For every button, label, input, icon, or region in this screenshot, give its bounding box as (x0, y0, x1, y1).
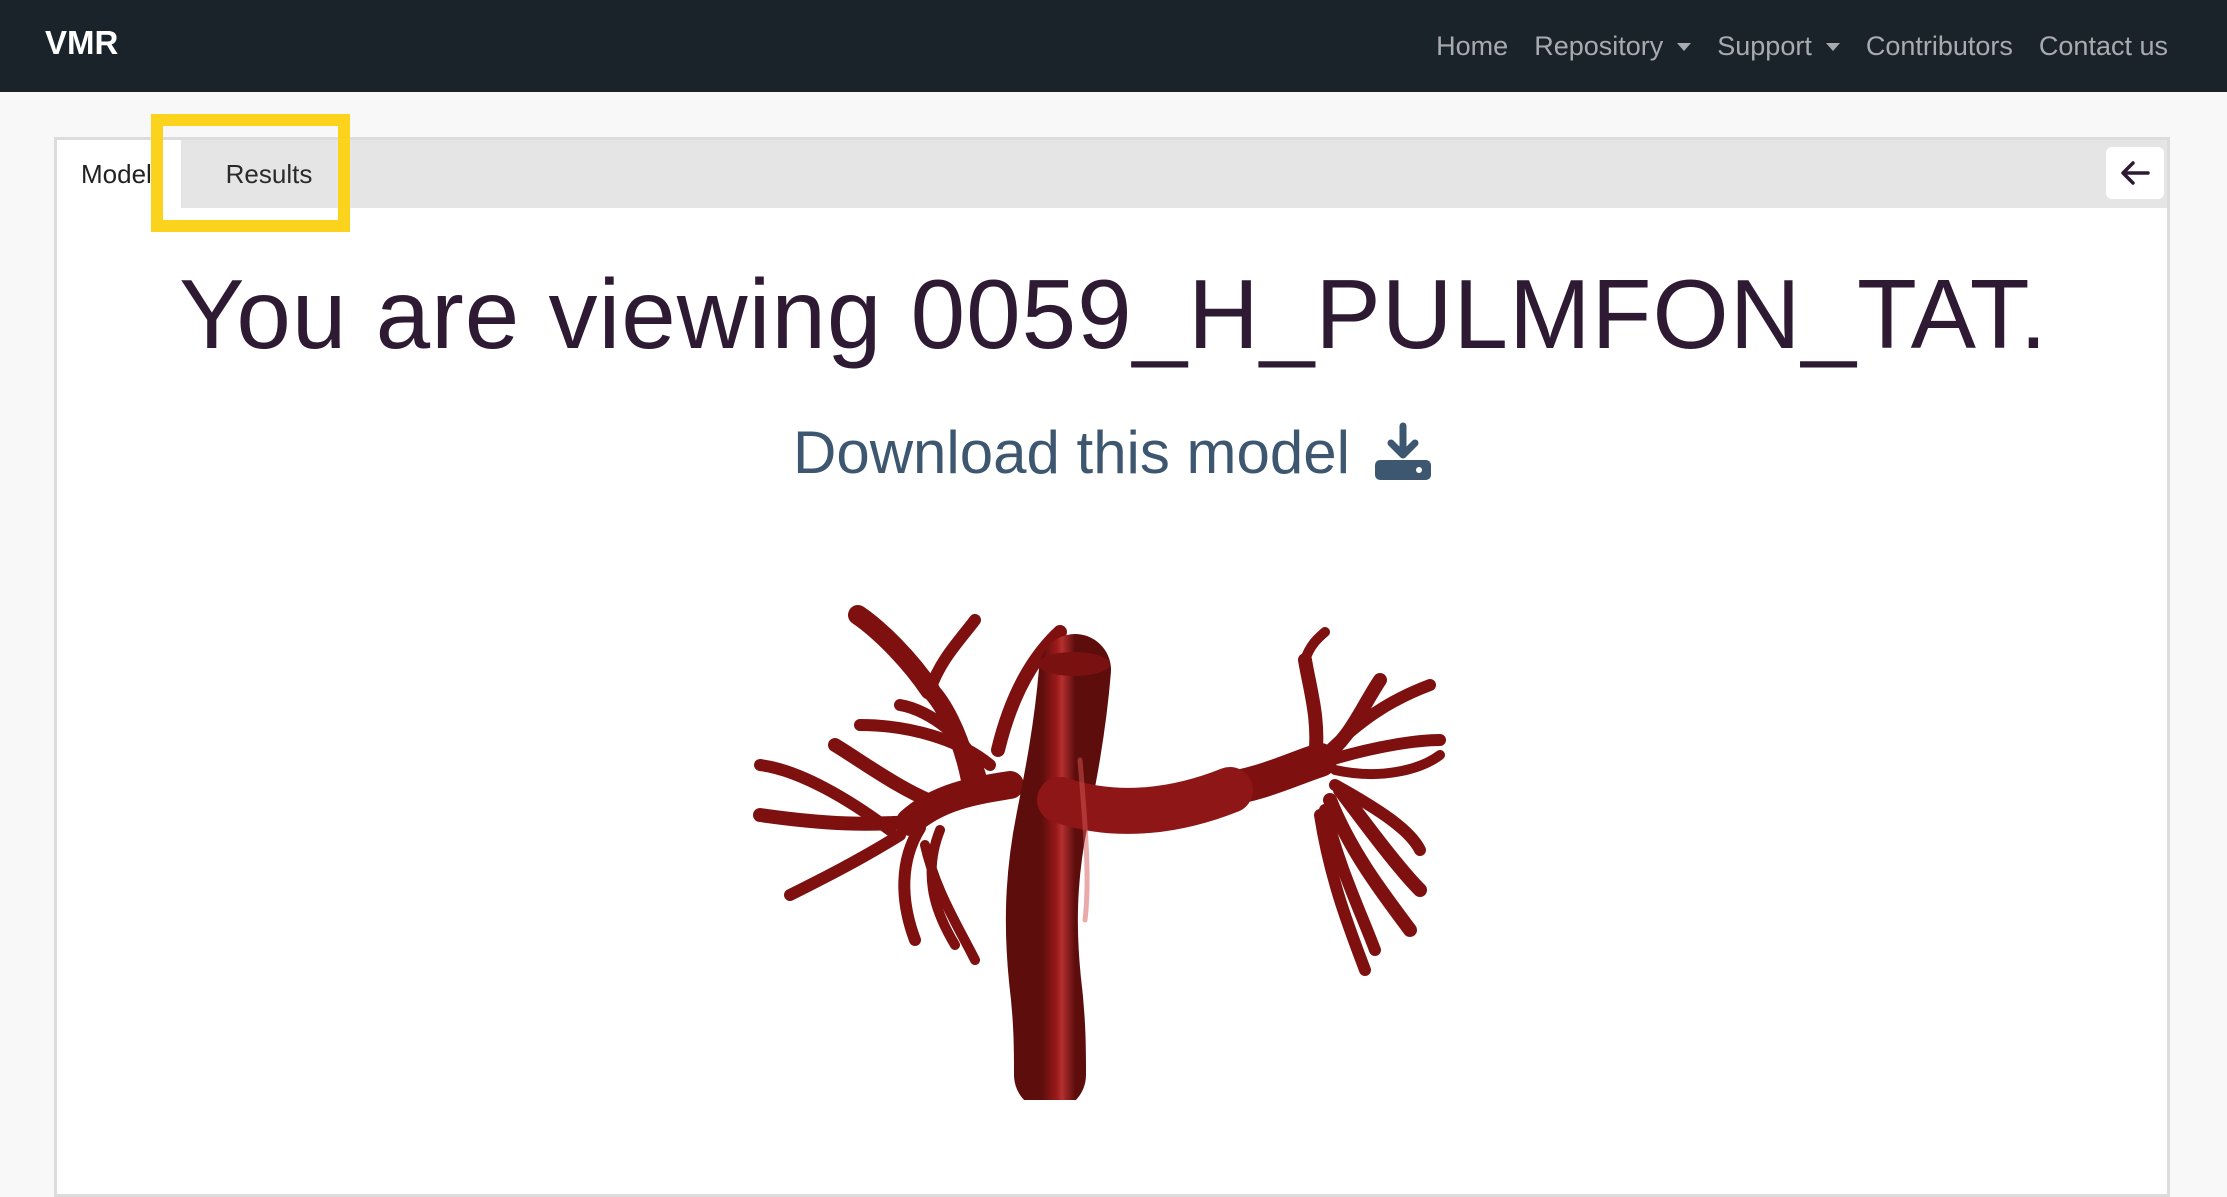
caret-down-icon (1825, 43, 1840, 51)
arrow-left-icon (2121, 161, 2150, 185)
nav-home[interactable]: Home (1436, 31, 1508, 62)
brand-logo[interactable]: VMR (45, 24, 118, 62)
back-button[interactable] (2106, 147, 2164, 199)
top-navbar: VMR Home Repository Support Contributors… (0, 0, 2227, 92)
nav-contact-label: Contact us (2038, 30, 2168, 61)
nav-repository-label: Repository (1534, 30, 1664, 61)
nav-links: Home Repository Support Contributors Con… (1436, 0, 2168, 92)
nav-home-label: Home (1436, 30, 1509, 61)
vessel-model-viewer[interactable] (740, 560, 1460, 1100)
page-title: You are viewing 0059_H_PULMFON_TAT. (179, 259, 2048, 369)
nav-contributors[interactable]: Contributors (1866, 31, 2013, 62)
tab-model-label: Model (81, 158, 152, 189)
caret-down-icon (1677, 43, 1692, 51)
nav-support-label: Support (1717, 30, 1812, 61)
download-label: Download this model (793, 419, 1350, 486)
download-icon (1374, 422, 1431, 480)
nav-contributors-label: Contributors (1865, 30, 2013, 61)
download-model-link[interactable]: Download this model (0, 418, 2227, 487)
nav-support-dropdown[interactable]: Support (1717, 31, 1840, 62)
tab-bar: Model Results (57, 140, 2167, 208)
nav-contact-us[interactable]: Contact us (2039, 31, 2168, 62)
tab-results[interactable]: Results (181, 140, 357, 208)
nav-repository-dropdown[interactable]: Repository (1534, 30, 1692, 62)
tab-model[interactable]: Model (57, 140, 181, 208)
tab-results-label: Results (225, 158, 313, 189)
